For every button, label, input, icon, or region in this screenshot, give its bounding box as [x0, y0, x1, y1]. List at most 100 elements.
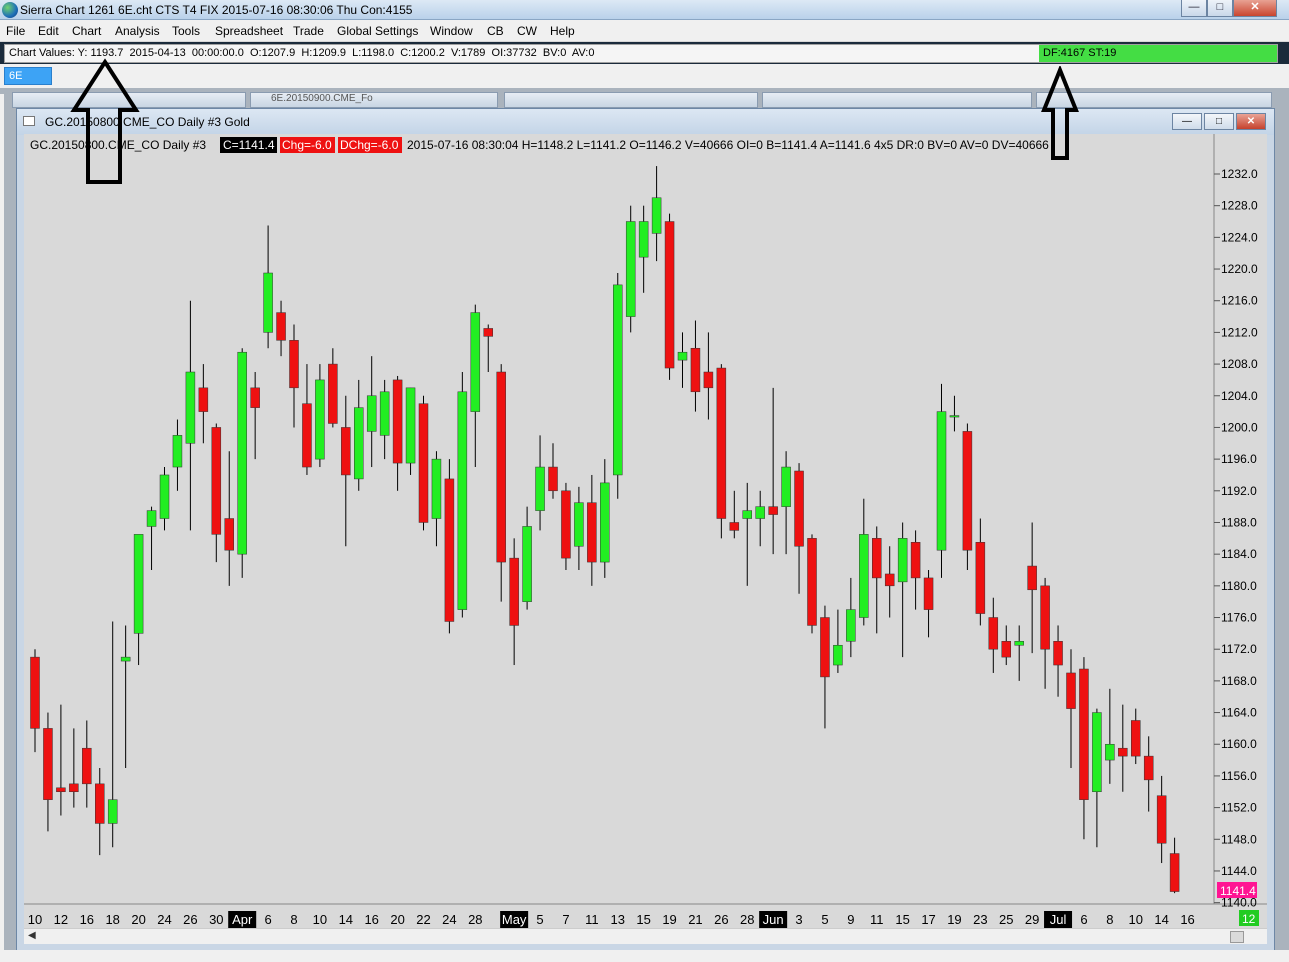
- x-tick-label: 11: [870, 912, 884, 927]
- menu-help[interactable]: Help: [550, 24, 575, 38]
- candle-down: [392, 379, 403, 464]
- candle-down: [1131, 720, 1141, 757]
- menu-cw[interactable]: CW: [517, 24, 537, 38]
- x-month-label: Jul: [1050, 912, 1067, 927]
- x-month-label: Apr: [232, 912, 253, 927]
- x-tick-label: 12: [54, 912, 68, 927]
- candle-up: [315, 379, 325, 460]
- x-tick-label: 15: [895, 912, 909, 927]
- y-tick-label: 1160.0: [1221, 737, 1257, 751]
- header-rest: 2015-07-16 08:30:04 H=1148.2 L=1141.2 O=…: [407, 138, 1049, 152]
- minimize-button[interactable]: —: [1181, 0, 1207, 17]
- maximize-button[interactable]: □: [1207, 0, 1233, 17]
- x-tick-label: 6: [1080, 912, 1087, 927]
- y-tick-label: 1152.0: [1221, 801, 1257, 815]
- y-tick-label: 1168.0: [1221, 674, 1257, 688]
- x-tick-label: 16: [364, 912, 378, 927]
- menu-analysis[interactable]: Analysis: [115, 24, 160, 38]
- candle-up: [781, 466, 791, 507]
- y-tick-label: 1216.0: [1221, 294, 1258, 308]
- x-tick-label: 19: [662, 912, 676, 927]
- menu-window[interactable]: Window: [430, 24, 473, 38]
- x-tick-label: 16: [80, 912, 94, 927]
- candle-up: [159, 474, 170, 519]
- chart-values-bar: Chart Values: Y: 1193.7 2015-04-13 00:00…: [4, 44, 1278, 63]
- candle-down: [1053, 641, 1063, 666]
- scrollbar-thumb[interactable]: [1230, 931, 1244, 943]
- candle-up: [600, 482, 610, 563]
- x-tick-label: 9: [847, 912, 854, 927]
- app-title: Sierra Chart 1261 6E.cht CTS T4 FIX 2015…: [20, 3, 413, 17]
- header-close: C=1141.4: [223, 138, 275, 152]
- candle-down: [561, 490, 571, 559]
- chart-minimize-button[interactable]: —: [1172, 113, 1202, 130]
- candle-down: [548, 466, 558, 492]
- background-window-2[interactable]: 6E.20150900.CME_Fo: [250, 92, 498, 108]
- x-tick-label: 14: [339, 912, 353, 927]
- sierra-chart-app-icon: [2, 2, 18, 18]
- candle-down: [820, 617, 830, 678]
- x-tick-label: 24: [157, 912, 171, 927]
- y-tick-label: 1180.0: [1221, 579, 1257, 593]
- chart-window-icon: [23, 116, 35, 126]
- candle-down: [884, 573, 895, 587]
- x-tick-label: 18: [105, 912, 119, 927]
- y-tick-label: 1200.0: [1221, 420, 1258, 434]
- header-prefix: GC.20150800.CME_CO Daily #3: [30, 138, 206, 152]
- candle-down: [1118, 747, 1128, 757]
- chart-window-titlebar[interactable]: GC.20150800.CME_CO Daily #3 Gold — □ ✕: [17, 109, 1274, 135]
- candle-down: [302, 403, 312, 468]
- background-window-1[interactable]: [12, 92, 246, 108]
- chart-restore-button[interactable]: □: [1204, 113, 1234, 130]
- background-window-2-title: 6E.20150900.CME_Fo: [271, 93, 373, 104]
- menu-edit[interactable]: Edit: [38, 24, 59, 38]
- menu-spreadsheet[interactable]: Spreadsheet: [215, 24, 283, 38]
- window-controls: — □ ✕: [1181, 0, 1277, 17]
- candlestick-chart[interactable]: 1232.0 1228.0 1224.0 1220.0 1216.0 1212.0 1208…: [24, 134, 1267, 930]
- x-tick-label: 11: [585, 912, 599, 927]
- symbol-tab-6e[interactable]: 6E: [4, 67, 52, 85]
- y-tick-label: 1224.0: [1221, 230, 1258, 244]
- menu-chart[interactable]: Chart: [72, 24, 101, 38]
- bottom-right-label: 12: [1242, 912, 1256, 926]
- horizontal-scrollbar[interactable]: ◀: [24, 928, 1267, 944]
- x-tick-label: 10: [28, 912, 42, 927]
- candle-down: [794, 470, 804, 547]
- menu-file[interactable]: File: [6, 24, 25, 38]
- candle-up: [354, 407, 364, 480]
- candle-up: [133, 534, 144, 634]
- candle-down: [483, 328, 493, 337]
- background-window-4[interactable]: [762, 92, 1032, 108]
- candle-up: [574, 502, 584, 547]
- candle-down: [289, 340, 299, 389]
- x-tick-label: 24: [442, 912, 456, 927]
- menu-tools[interactable]: Tools: [172, 24, 200, 38]
- menu-trade[interactable]: Trade: [293, 24, 324, 38]
- candle-down: [1079, 668, 1089, 800]
- close-button[interactable]: ✕: [1233, 0, 1277, 17]
- candle-down: [1156, 795, 1167, 844]
- scroll-left-icon[interactable]: ◀: [28, 930, 36, 941]
- background-window-3[interactable]: [504, 92, 758, 108]
- last-price-marker: 1141.4: [1217, 882, 1257, 898]
- last-price-label: 1141.4: [1220, 884, 1256, 898]
- x-tick-label: 19: [947, 912, 961, 927]
- candle-down: [1169, 853, 1180, 892]
- y-tick-label: 1208.0: [1221, 357, 1258, 371]
- candle-down: [807, 538, 817, 626]
- candle-up: [1092, 712, 1102, 793]
- candle-up: [107, 799, 118, 824]
- candle-down: [1143, 755, 1154, 781]
- x-tick-label: 17: [921, 912, 935, 927]
- candle-up: [613, 284, 623, 476]
- background-window-5[interactable]: [1036, 92, 1272, 108]
- x-tick-label: 21: [688, 912, 702, 927]
- x-tick-label: 30: [209, 912, 223, 927]
- candle-down: [224, 518, 234, 551]
- chart-close-button[interactable]: ✕: [1236, 113, 1266, 130]
- menu-cb[interactable]: CB: [487, 24, 504, 38]
- candle-down: [444, 478, 455, 622]
- menu-global-settings[interactable]: Global Settings: [337, 24, 418, 38]
- x-tick-label: 5: [821, 912, 828, 927]
- x-tick-label: 28: [740, 912, 754, 927]
